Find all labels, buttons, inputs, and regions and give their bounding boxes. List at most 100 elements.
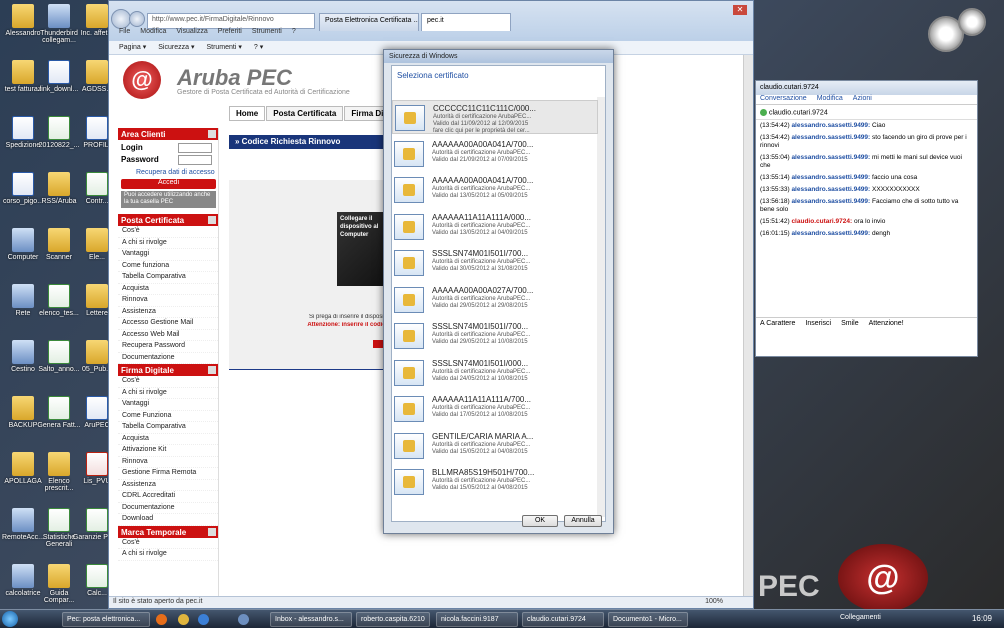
menu-item[interactable]: Preferiti — [218, 28, 242, 35]
certificate-item[interactable]: GENTILE/CARIA MARIA A... Autorità di cert… — [392, 429, 598, 463]
sidebar-link[interactable]: Recupera Password — [118, 341, 218, 353]
chat-message: (13:54:42) alessandro.sassetti.9499: Cia… — [756, 120, 977, 132]
certificate-icon — [394, 323, 424, 349]
sidebar-link[interactable]: A chi si rivolge — [118, 238, 218, 249]
thunderbird-icon[interactable] — [238, 614, 249, 625]
dialog-scrollbar[interactable] — [597, 97, 605, 517]
menu-item[interactable]: ? — [292, 28, 296, 35]
certificate-item[interactable]: AAAAAA00A00A027A/700... Autorità di certi… — [392, 283, 598, 317]
back-button[interactable] — [111, 9, 131, 29]
sidebar-link[interactable]: Vantaggi — [118, 249, 218, 261]
sidebar-link[interactable]: Gestione Firma Remota — [118, 468, 218, 480]
posta-certificata-header[interactable]: Posta Certificata — [118, 214, 218, 226]
certificate-item[interactable]: SSSLSN74M01I501I/000... Autorità di certi… — [392, 356, 598, 390]
command-button[interactable]: Pagina ▾ — [119, 44, 146, 51]
sidebar-link[interactable]: Come funziona — [118, 261, 218, 272]
taskbar-button[interactable]: Pec: posta elettronica... — [62, 612, 150, 627]
sidebar-link[interactable]: Vantaggi — [118, 399, 218, 411]
chat-menu-item[interactable]: Azioni — [853, 95, 872, 102]
recover-link[interactable]: Recupera dati di accesso — [136, 169, 215, 176]
certificate-item[interactable]: AAAAAA11A11A111A/000... Autorità di certi… — [392, 210, 598, 244]
aruba-logo[interactable]: @ — [123, 61, 161, 99]
sidebar-link[interactable]: Cos'è — [118, 226, 218, 238]
firefox-icon[interactable] — [156, 614, 167, 625]
certificate-item[interactable]: CCCCCC11C11C111C/000... Autorità di certi… — [392, 100, 598, 134]
ok-button[interactable]: OK — [522, 515, 558, 527]
tray-links[interactable]: Collegamenti — [840, 614, 881, 621]
sidebar-link[interactable]: Tabella Comparativa — [118, 272, 218, 284]
sidebar-link[interactable]: Accesso Gestione Mail — [118, 318, 218, 330]
command-button[interactable]: Sicurezza ▾ — [158, 44, 194, 51]
sidebar-link[interactable]: Tabella Comparativa — [118, 422, 218, 434]
certificate-item[interactable]: SSSLSN74M01I501I/700... Autorità di certi… — [392, 246, 598, 280]
sidebar-link[interactable]: Download — [118, 514, 218, 526]
menu-item[interactable]: Modifica — [140, 28, 166, 35]
password-input[interactable] — [178, 155, 212, 165]
sidebar-link[interactable]: Documentazione — [118, 503, 218, 514]
xls-icon — [48, 340, 70, 364]
certificate-item[interactable]: BLLMRA85S19H501H/700... Autorità di certi… — [392, 465, 598, 499]
taskbar-button[interactable]: nicola.faccini.9187 — [436, 612, 518, 627]
sidebar-link[interactable]: Acquista — [118, 434, 218, 445]
start-button[interactable] — [2, 611, 18, 627]
certificate-properties-link[interactable]: fare clic qui per le proprietà del cer..… — [433, 128, 531, 135]
taskbar-button[interactable]: claudio.cutari.9724 — [522, 612, 604, 627]
sidebar-link[interactable]: CDRL Accreditati — [118, 491, 218, 503]
firma-digitale-header[interactable]: Firma Digitale — [118, 364, 218, 376]
sidebar-link[interactable]: Come Funziona — [118, 411, 218, 422]
chat-menu-item[interactable]: Modifica — [817, 95, 843, 102]
taskbar-button[interactable]: Documento1 - Micro... — [608, 612, 688, 627]
chat-tool-button[interactable]: A Carattere — [760, 320, 795, 327]
menu-item[interactable]: Visualizza — [176, 28, 207, 35]
sidebar-link[interactable]: Acquista — [118, 284, 218, 295]
sidebar-link[interactable]: Rinnova — [118, 457, 218, 468]
zoom-level[interactable]: 100% — [705, 598, 723, 605]
sidebar-link[interactable]: Cos'è — [118, 538, 218, 549]
chat-tool-button[interactable]: Attenzione! — [869, 320, 904, 327]
sidebar-link[interactable]: Cos'è — [118, 376, 218, 388]
certificate-item[interactable]: AAAAAA00A00A041A/700... Autorità di certi… — [392, 173, 598, 207]
menu-item[interactable]: File — [119, 28, 130, 35]
menu-item[interactable]: Strumenti — [252, 28, 282, 35]
sidebar-link[interactable]: Documentazione — [118, 353, 218, 364]
certificate-item[interactable]: SSSLSN74M01I501I/700... Autorità di certi… — [392, 319, 598, 353]
certificate-item[interactable]: AAAAAA00A00A041A/700... Autorità di certi… — [392, 137, 598, 171]
sidebar-link[interactable]: Rinnova — [118, 295, 218, 307]
taskbar-button[interactable]: roberto.caspita.6210 — [356, 612, 430, 627]
topnav-item[interactable]: Posta Certificata — [266, 106, 344, 121]
certificate-name: CCCCCC11C11C111C/000... — [433, 104, 537, 113]
login-input[interactable] — [178, 143, 212, 153]
sidebar-link[interactable]: Accesso Web Mail — [118, 330, 218, 341]
cancel-button[interactable]: Annulla — [564, 515, 602, 527]
message-sender: alessandro.sassetti.9499: — [791, 134, 873, 142]
taskbar-button[interactable]: Inbox - alessandro.s... — [270, 612, 352, 627]
command-button[interactable]: ? ▾ — [254, 44, 263, 51]
xls-icon — [86, 172, 108, 196]
chat-menu-item[interactable]: Conversazione — [760, 95, 807, 102]
login-button[interactable]: Accedi — [121, 179, 216, 189]
tab-pec-certificata[interactable]: Posta Elettronica Certificata ... — [319, 13, 419, 31]
sidebar-link[interactable]: Assistenza — [118, 480, 218, 491]
page-scrollbar[interactable] — [743, 55, 753, 596]
sidebar-link[interactable]: A chi si rivolge — [118, 549, 218, 561]
close-icon[interactable]: ✕ — [733, 5, 747, 15]
chat-tool-button[interactable]: Inserisci — [805, 320, 831, 327]
tab-pec-it[interactable]: pec.it — [421, 13, 511, 31]
topnav-item[interactable]: Home — [229, 106, 266, 121]
sidebar-link[interactable]: A chi si rivolge — [118, 388, 218, 399]
ie-icon[interactable] — [198, 614, 209, 625]
sys-icon — [12, 564, 34, 588]
chat-tool-button[interactable]: Smile — [841, 320, 859, 327]
ram-gauge-gadget[interactable] — [958, 8, 986, 36]
sys-icon — [12, 284, 34, 308]
sidebar-link[interactable]: Attivazione Kit — [118, 445, 218, 457]
folder-icon[interactable] — [178, 614, 189, 625]
certificate-item[interactable]: AAAAAA11A11A111A/700... Autorità di certi… — [392, 392, 598, 426]
forward-button[interactable] — [129, 11, 145, 27]
command-button[interactable]: Strumenti ▾ — [206, 44, 241, 51]
address-bar[interactable]: http://www.pec.it/FirmaDigitale/Rinnovo — [147, 13, 315, 29]
certificate-name: BLLMRA85S19H501H/700... — [432, 468, 535, 477]
marca-temporale-header[interactable]: Marca Temporale — [118, 525, 218, 538]
sidebar-link[interactable]: Assistenza — [118, 307, 218, 318]
clock[interactable]: 16:09 — [972, 614, 992, 623]
